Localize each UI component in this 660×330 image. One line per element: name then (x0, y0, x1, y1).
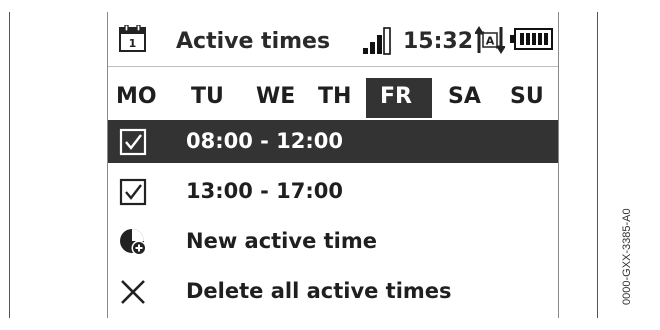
tab-sunday[interactable]: SU (510, 84, 544, 109)
figure-code: 0000-GXX-3385-A0 (621, 208, 633, 305)
tab-wednesday[interactable]: WE (256, 84, 295, 109)
delete-all-label: Delete all active times (186, 279, 452, 303)
active-time-label: 08:00 - 12:00 (186, 129, 344, 153)
delete-all-row[interactable]: Delete all active times (108, 270, 558, 313)
close-icon (121, 280, 145, 304)
header-divider (108, 66, 558, 67)
new-active-time-label: New active time (186, 229, 377, 253)
active-time-label: 13:00 - 17:00 (186, 179, 344, 203)
tab-tuesday[interactable]: TU (191, 84, 224, 109)
new-active-time-row[interactable]: New active time (108, 220, 558, 263)
weekday-tabs: MO TU WE TH FR SA SU (108, 78, 558, 118)
page-title: Active times (176, 29, 331, 54)
frame-left-line (9, 12, 10, 318)
tab-monday[interactable]: MO (116, 84, 157, 109)
signal-strength-icon (363, 27, 391, 55)
tab-saturday[interactable]: SA (448, 84, 481, 109)
frame-right-line (597, 12, 598, 318)
active-time-row-1[interactable]: 08:00 - 12:00 (108, 120, 558, 163)
tab-thursday[interactable]: TH (318, 84, 351, 109)
active-time-row-2[interactable]: 13:00 - 17:00 (108, 170, 558, 213)
device-screen: 1 Active times 15:32 A MO TU WE TH FR SA… (107, 12, 559, 318)
status-header: 1 Active times 15:32 A (108, 12, 558, 78)
auto-icon-letter: A (486, 35, 495, 48)
auto-mode-icon: A (475, 26, 505, 54)
calendar-icon: 1 (119, 25, 146, 52)
clock-time: 15:32 (403, 29, 474, 54)
tab-friday[interactable]: FR (380, 84, 412, 109)
clock-add-icon (120, 229, 147, 256)
calendar-icon-day: 1 (129, 37, 137, 50)
battery-icon (510, 28, 553, 50)
checkbox-checked-icon[interactable] (118, 177, 148, 207)
checkbox-checked-icon[interactable] (118, 127, 148, 157)
